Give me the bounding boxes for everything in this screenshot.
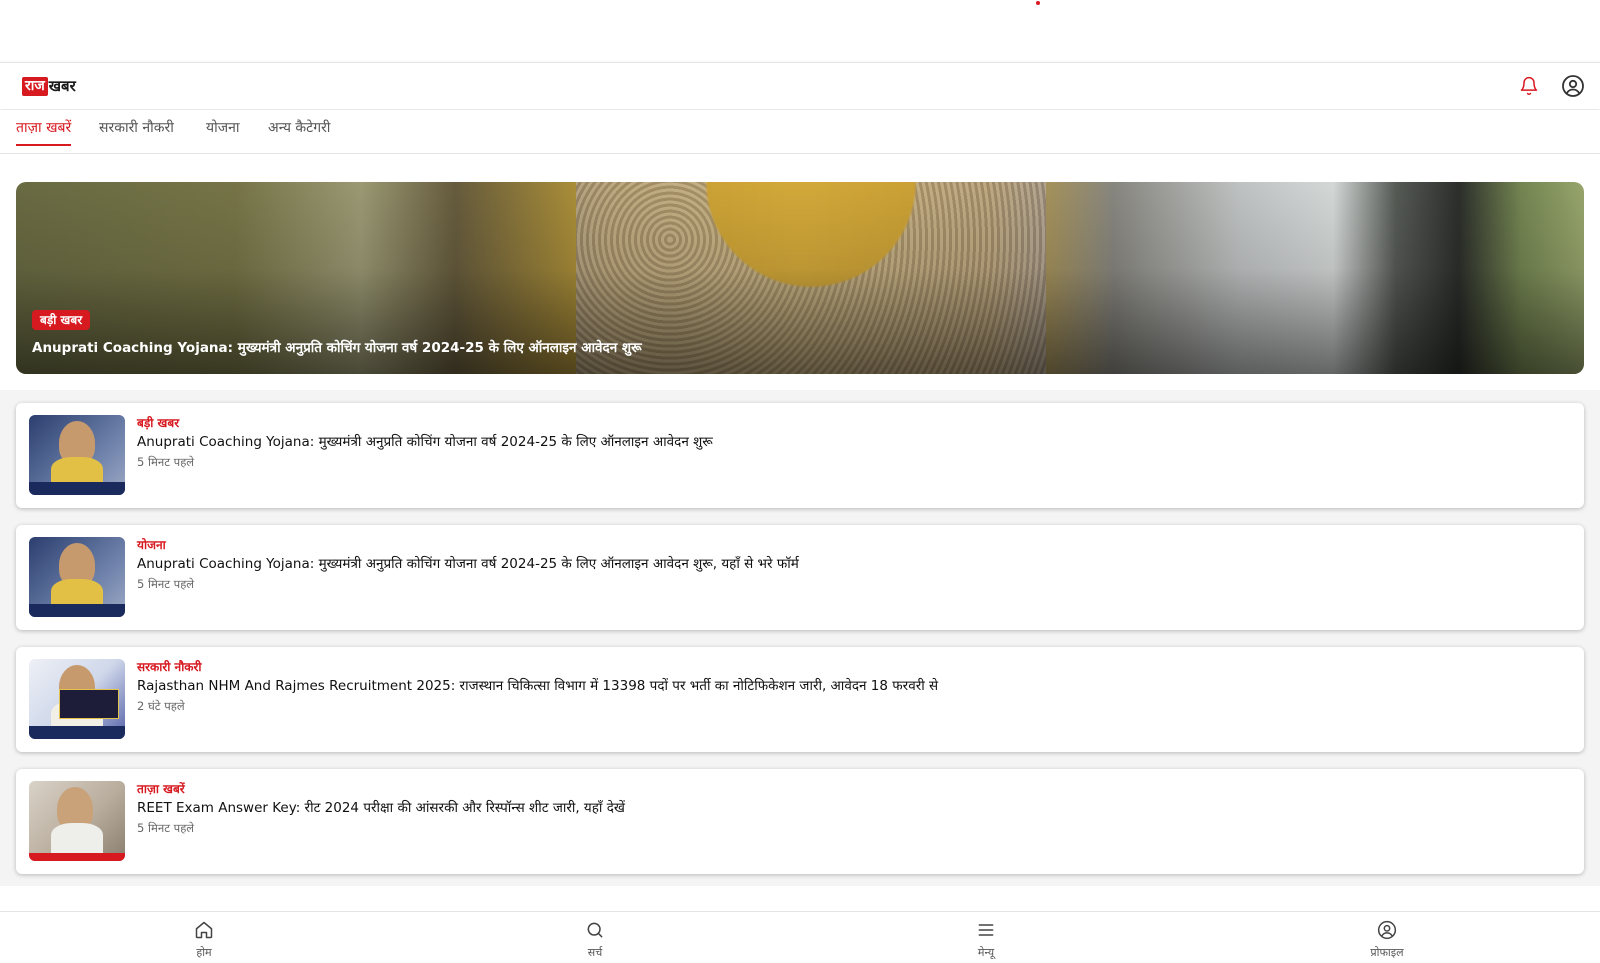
nav-profile[interactable]: प्रोफाइल <box>1347 920 1427 960</box>
news-thumbnail <box>29 781 125 861</box>
tab-schemes[interactable]: योजना <box>206 118 240 146</box>
bottom-navigation: होम सर्च मेन्यू प्रोफाइल <box>0 911 1600 963</box>
news-category: सरकारी नौकरी <box>137 660 202 674</box>
home-icon <box>194 920 214 944</box>
news-time: 5 मिनट पहले <box>137 821 195 835</box>
nav-search-label: सर्च <box>587 946 603 959</box>
news-time: 2 घंटे पहले <box>137 699 185 713</box>
news-title[interactable]: REET Exam Answer Key: रीट 2024 परीक्षा क… <box>137 798 625 818</box>
tab-government-jobs[interactable]: सरकारी नौकरी <box>99 118 174 146</box>
tab-latest-news[interactable]: ताज़ा खबरें <box>16 118 72 146</box>
nav-search[interactable]: सर्च <box>555 920 635 960</box>
nav-home-label: होम <box>196 946 212 959</box>
news-thumbnail <box>29 537 125 617</box>
list-item[interactable]: योजना Anuprati Coaching Yojana: मुख्यमंत… <box>16 525 1584 630</box>
nav-profile-label: प्रोफाइल <box>1370 946 1404 959</box>
logo-khabar-text: खबर <box>48 77 76 95</box>
search-icon <box>585 920 605 944</box>
nav-menu[interactable]: मेन्यू <box>946 920 1026 960</box>
news-category: योजना <box>137 538 166 552</box>
logo-raj-text: राज <box>22 77 48 96</box>
menu-icon <box>976 920 996 944</box>
header-actions <box>1516 73 1586 99</box>
site-logo[interactable]: राज खबर <box>22 77 76 96</box>
category-tabs: ताज़ा खबरें सरकारी नौकरी योजना अन्य कैटे… <box>0 110 1600 154</box>
user-circle-icon[interactable] <box>1560 73 1586 99</box>
bell-icon[interactable] <box>1516 73 1542 99</box>
nav-menu-label: मेन्यू <box>977 946 995 959</box>
list-item[interactable]: सरकारी नौकरी Rajasthan NHM And Rajmes Re… <box>16 647 1584 752</box>
nav-home[interactable]: होम <box>164 920 244 960</box>
top-blank-area <box>0 0 1600 62</box>
tab-other-categories[interactable]: अन्य कैटेगरी <box>268 118 330 146</box>
user-circle-icon <box>1377 920 1397 944</box>
news-title[interactable]: Anuprati Coaching Yojana: मुख्यमंत्री अन… <box>137 554 799 574</box>
list-item[interactable]: बड़ी खबर Anuprati Coaching Yojana: मुख्य… <box>16 403 1584 508</box>
hero-title[interactable]: Anuprati Coaching Yojana: मुख्यमंत्री अन… <box>32 338 642 356</box>
news-thumbnail <box>29 415 125 495</box>
news-time: 5 मिनट पहले <box>137 455 195 469</box>
loading-indicator <box>1036 1 1040 5</box>
site-header: राज खबर <box>0 62 1600 109</box>
news-category: बड़ी खबर <box>137 416 180 430</box>
news-title[interactable]: Anuprati Coaching Yojana: मुख्यमंत्री अन… <box>137 432 713 452</box>
hero-badge: बड़ी खबर <box>32 310 91 330</box>
hero-banner[interactable]: बड़ी खबर Anuprati Coaching Yojana: मुख्य… <box>16 182 1584 374</box>
news-category: ताज़ा खबरें <box>137 782 185 796</box>
list-item[interactable]: ताज़ा खबरें REET Exam Answer Key: रीट 20… <box>16 769 1584 874</box>
news-title[interactable]: Rajasthan NHM And Rajmes Recruitment 202… <box>137 676 938 696</box>
news-time: 5 मिनट पहले <box>137 577 195 591</box>
news-thumbnail <box>29 659 125 739</box>
